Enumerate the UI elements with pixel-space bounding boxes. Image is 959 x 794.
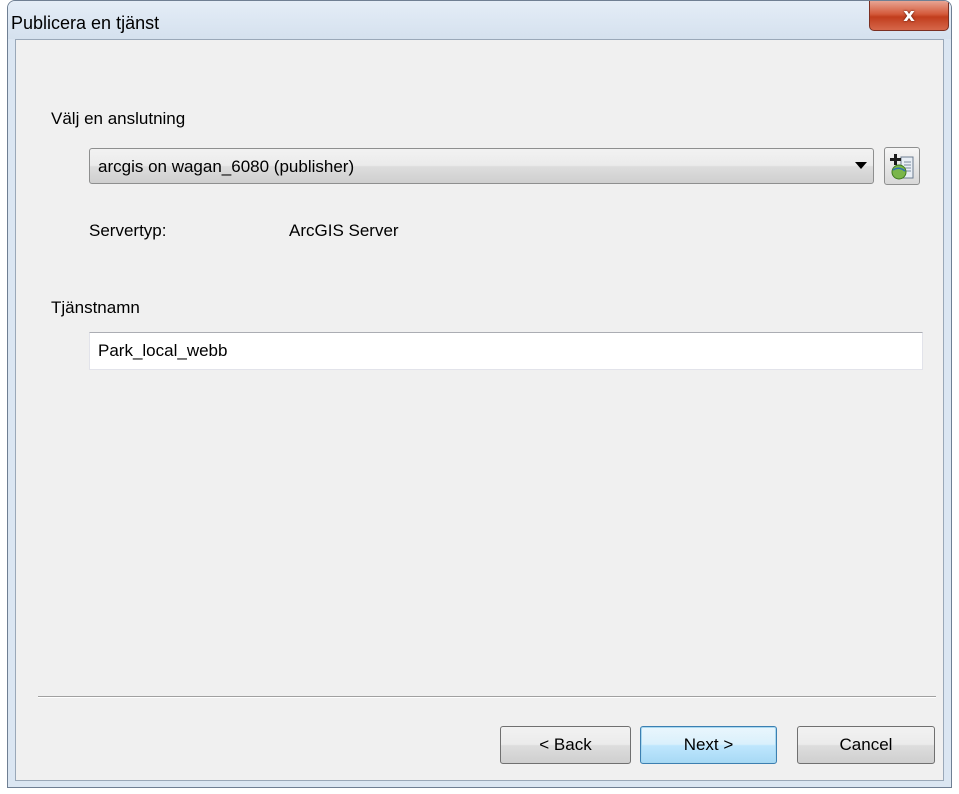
connection-label: Välj en anslutning bbox=[51, 109, 186, 128]
add-connection-button[interactable] bbox=[884, 147, 920, 185]
window-title: Publicera en tjänst bbox=[11, 13, 160, 33]
service-name-label: Tjänstnamn bbox=[51, 298, 140, 317]
dialog-content: Välj en anslutning arcgis on wagan_6080 … bbox=[15, 39, 944, 781]
footer-divider bbox=[38, 696, 936, 698]
connection-selected-value: arcgis on wagan_6080 (publisher) bbox=[98, 157, 355, 176]
close-button[interactable]: x bbox=[869, 1, 949, 31]
connection-dropdown[interactable]: arcgis on wagan_6080 (publisher) bbox=[89, 148, 874, 184]
publish-service-dialog: Publicera en tjänst x Välj en anslutning… bbox=[7, 0, 952, 788]
server-type-label: Servertyp: bbox=[89, 221, 167, 240]
chevron-down-icon bbox=[855, 162, 867, 169]
next-button[interactable]: Next > bbox=[640, 726, 777, 764]
add-server-connection-icon bbox=[890, 154, 914, 180]
cancel-button[interactable]: Cancel bbox=[797, 726, 935, 764]
close-icon: x bbox=[903, 4, 915, 26]
service-name-input[interactable] bbox=[89, 332, 923, 370]
back-button[interactable]: < Back bbox=[500, 726, 631, 764]
title-bar[interactable]: Publicera en tjänst x bbox=[8, 1, 951, 39]
server-type-value: ArcGIS Server bbox=[289, 221, 399, 240]
